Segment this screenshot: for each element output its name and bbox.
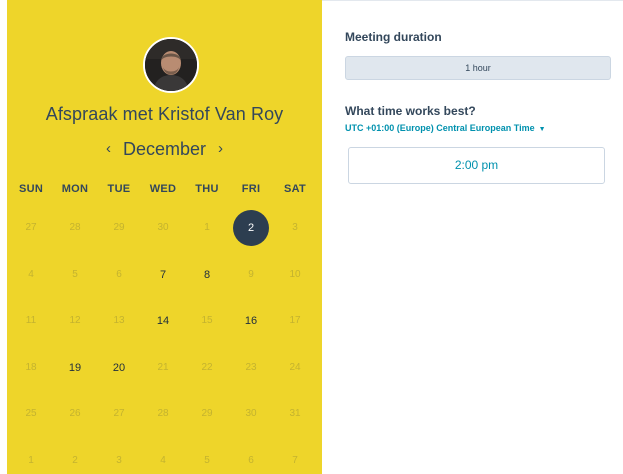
page-title: Afspraak met Kristof Van Roy <box>45 104 284 124</box>
timezone-dropdown[interactable]: UTC +01:00 (Europe) Central European Tim… <box>345 123 546 133</box>
calendar-day: 25 <box>25 408 37 419</box>
month-label: December <box>122 139 207 159</box>
timezone-label: UTC +01:00 (Europe) Central European Tim… <box>345 123 535 133</box>
user-photo-icon <box>145 39 197 91</box>
weekday-sat: SAT <box>283 183 307 195</box>
calendar-day[interactable]: 20 <box>101 350 137 386</box>
month-navigation: ‹ December › <box>7 138 322 160</box>
calendar-day: 17 <box>289 315 301 326</box>
weekday-fri: FRI <box>241 183 261 195</box>
weekday-thu: THU <box>195 183 219 195</box>
calendar-day: 11 <box>25 315 37 326</box>
calendar-day: 18 <box>25 362 37 373</box>
calendar-day: 2 <box>72 455 78 466</box>
time-question-label: What time works best? <box>345 104 476 118</box>
calendar-day[interactable]: 19 <box>57 350 93 386</box>
time-slot-button[interactable]: 2:00 pm <box>348 147 605 184</box>
calendar-day: 5 <box>204 455 210 466</box>
calendar-day: 29 <box>201 408 213 419</box>
calendar-day: 5 <box>72 269 78 280</box>
calendar-day: 24 <box>289 362 301 373</box>
calendar-day: 21 <box>157 362 169 373</box>
calendar-panel: Afspraak met Kristof Van Roy ‹ December … <box>7 0 322 474</box>
calendar-day: 4 <box>28 269 34 280</box>
weekday-sun: SUN <box>18 183 44 195</box>
calendar-day: 27 <box>25 222 37 233</box>
calendar-day: 29 <box>113 222 125 233</box>
calendar-day[interactable]: 14 <box>145 303 181 339</box>
calendar-day: 30 <box>245 408 257 419</box>
calendar-day: 6 <box>248 455 254 466</box>
calendar-day: 28 <box>157 408 169 419</box>
weekday-wed: WED <box>149 183 177 195</box>
calendar-day: 26 <box>69 408 81 419</box>
calendar-day: 7 <box>292 455 298 466</box>
weekday-tue: TUE <box>107 183 131 195</box>
calendar-day: 12 <box>69 315 81 326</box>
avatar <box>143 37 199 93</box>
duration-label: Meeting duration <box>345 30 442 44</box>
calendar-day: 13 <box>113 315 125 326</box>
calendar-day[interactable]: 16 <box>233 303 269 339</box>
calendar-day: 22 <box>201 362 213 373</box>
calendar-day[interactable]: 7 <box>145 257 181 293</box>
chevron-left-icon[interactable]: ‹ <box>94 138 123 160</box>
calendar-day[interactable]: 8 <box>189 257 225 293</box>
weekday-mon: MON <box>61 183 89 195</box>
calendar-day-selected[interactable]: 2 <box>233 210 269 246</box>
calendar-day: 23 <box>245 362 257 373</box>
calendar-day: 9 <box>248 269 254 280</box>
calendar-day: 1 <box>28 455 34 466</box>
caret-down-icon: ▼ <box>538 126 546 133</box>
calendar-day: 30 <box>157 222 169 233</box>
chevron-right-icon[interactable]: › <box>206 138 235 160</box>
calendar-day: 6 <box>116 269 122 280</box>
calendar-day: 28 <box>69 222 81 233</box>
meeting-options-panel: Meeting duration 1 hour What time works … <box>322 0 623 474</box>
duration-select[interactable]: 1 hour <box>345 56 611 80</box>
calendar-day: 3 <box>116 455 122 466</box>
calendar-day: 15 <box>201 315 213 326</box>
calendar-day: 4 <box>160 455 166 466</box>
calendar-day: 3 <box>292 222 298 233</box>
calendar-day: 1 <box>204 222 210 233</box>
calendar-day: 31 <box>289 408 301 419</box>
calendar-day: 27 <box>113 408 125 419</box>
calendar-day: 10 <box>289 269 301 280</box>
